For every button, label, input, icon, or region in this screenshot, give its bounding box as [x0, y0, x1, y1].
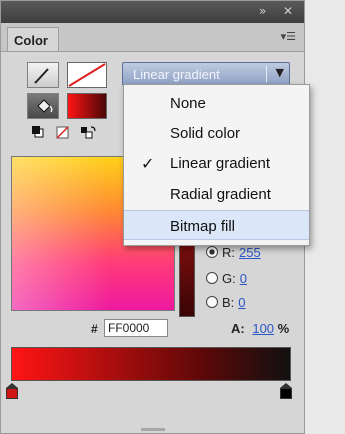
red-value[interactable]: 255 — [239, 245, 261, 260]
menu-item-bitmap-fill[interactable]: Bitmap fill — [124, 210, 309, 240]
alpha-row: A: 100 % — [231, 321, 289, 336]
resize-grip[interactable] — [141, 428, 165, 431]
blue-value[interactable]: 0 — [238, 295, 245, 310]
alpha-label: A: — [231, 321, 245, 336]
menu-item-none[interactable]: None — [124, 88, 309, 118]
gradient-stop-right[interactable] — [280, 383, 292, 399]
hex-input[interactable] — [104, 319, 168, 337]
close-icon[interactable]: ✕ — [283, 4, 293, 18]
stop-color-box — [6, 388, 18, 399]
paint-bucket-icon — [37, 99, 53, 113]
menu-item-solid-color[interactable]: Solid color — [124, 118, 309, 148]
fill-type-menu: None Solid color ✓ Linear gradient Radia… — [123, 84, 310, 246]
menu-item-radial-gradient[interactable]: Radial gradient — [124, 179, 309, 209]
red-label: R: — [222, 245, 235, 260]
checkmark-icon: ✓ — [141, 154, 155, 173]
fill-color-button[interactable] — [27, 93, 59, 119]
stroke-color-swatch[interactable] — [67, 62, 107, 88]
swap-colors-icon[interactable] — [81, 126, 96, 139]
blue-channel-row: B: 0 — [206, 295, 246, 310]
menu-item-label: Bitmap fill — [170, 218, 236, 235]
fill-type-dropdown[interactable]: Linear gradient ▼ — [122, 62, 290, 86]
alpha-unit: % — [277, 321, 290, 336]
menu-item-label: Linear gradient — [170, 155, 271, 172]
green-value[interactable]: 0 — [240, 271, 247, 286]
no-color-slash-icon — [68, 63, 106, 87]
red-radio[interactable] — [206, 246, 218, 258]
blue-radio[interactable] — [206, 296, 218, 308]
menu-item-linear-gradient[interactable]: ✓ Linear gradient — [124, 148, 309, 178]
no-color-icon[interactable] — [56, 126, 69, 139]
gradient-stop-left[interactable] — [6, 383, 18, 399]
green-channel-row: G: 0 — [206, 271, 247, 286]
green-radio[interactable] — [206, 272, 218, 284]
chevron-down-icon: ▼ — [275, 66, 284, 79]
menu-item-label: None — [170, 95, 206, 112]
stop-color-box — [280, 388, 292, 399]
stroke-color-button[interactable] — [27, 62, 59, 88]
green-label: G: — [222, 271, 236, 286]
tab-color[interactable]: Color — [7, 27, 59, 51]
menu-item-label: Solid color — [170, 125, 241, 142]
swatch-tools-row — [32, 126, 96, 139]
menu-item-label: Radial gradient — [170, 186, 271, 203]
panel-menu-icon[interactable]: ▾☰ — [281, 30, 296, 43]
gradient-bar[interactable] — [11, 347, 291, 381]
fill-type-label: Linear gradient — [133, 67, 220, 82]
blue-label: B: — [222, 295, 235, 310]
panel-titlebar: » ✕ — [1, 1, 304, 23]
pencil-icon — [34, 68, 49, 84]
collapse-icon[interactable]: » — [259, 4, 266, 18]
fill-color-swatch[interactable] — [67, 93, 107, 119]
dropdown-separator — [266, 66, 267, 82]
alpha-value[interactable]: 100 — [252, 321, 274, 336]
hex-symbol: # — [91, 322, 98, 336]
black-white-swatch-icon[interactable] — [32, 126, 44, 138]
red-channel-row: R: 255 — [206, 245, 261, 260]
tab-row: Color ▾☰ — [1, 23, 304, 52]
